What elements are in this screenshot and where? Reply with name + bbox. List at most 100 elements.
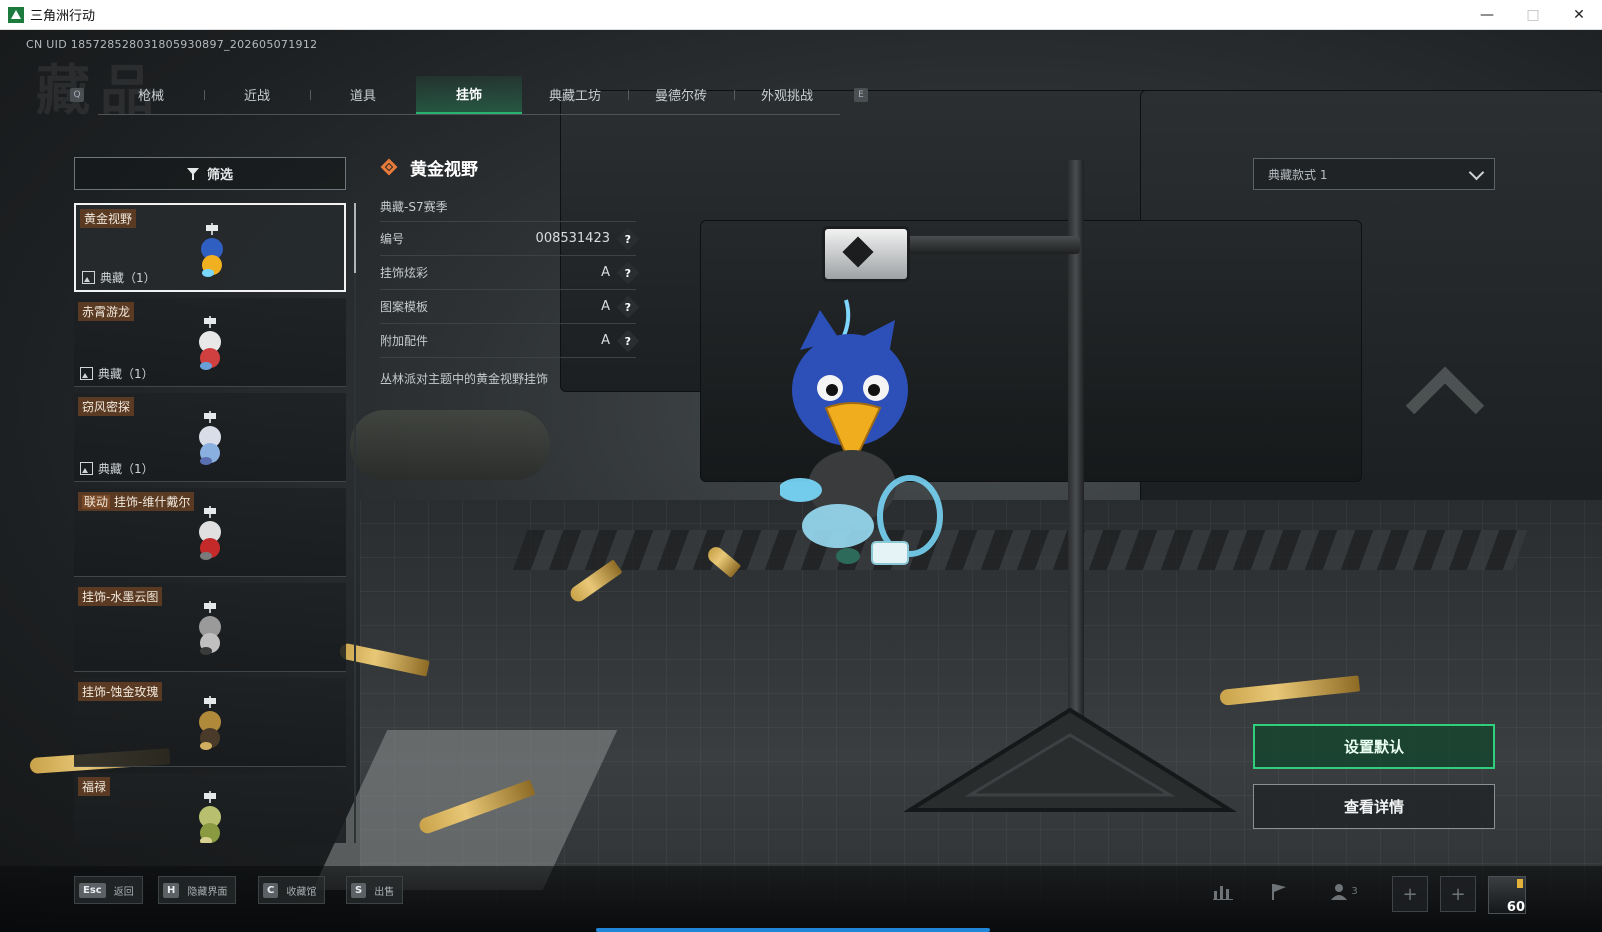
- charm-thumbnail: [199, 316, 221, 370]
- charm-list-item[interactable]: 联动 挂饰-维什戴尔: [74, 488, 346, 577]
- charm-name: 联动 挂饰-维什戴尔: [78, 492, 195, 511]
- detail-row-serial: 编号 008531423 ?: [380, 222, 640, 256]
- detail-panel: 黄金视野 典藏-S7赛季 编号 008531423 ? 挂饰炫彩 A ? 图案模…: [380, 152, 640, 387]
- detail-row-value: A: [601, 333, 610, 348]
- collab-tag: 联动: [82, 495, 111, 509]
- tab-melee[interactable]: 近战: [204, 76, 310, 114]
- collection-count-text: 典藏（1）: [100, 271, 156, 285]
- flag-icon[interactable]: [1268, 880, 1290, 902]
- charm-name: 赤霄游龙: [78, 302, 135, 321]
- hotkey-key: Esc: [79, 882, 106, 898]
- charm-name: 挂饰-水墨云图: [78, 587, 163, 606]
- style-variant-value: 典藏款式 1: [1268, 167, 1328, 182]
- charm-model-golden-vision: [780, 299, 943, 565]
- tab-charms[interactable]: 挂饰: [416, 75, 522, 114]
- charm-name-text: 挂饰-维什戴尔: [114, 495, 191, 509]
- chevron-down-icon: [1468, 164, 1485, 181]
- charm-list[interactable]: 黄金视野 典藏（1） 赤霄游龙 典藏（1） 窃风密探 典藏（1） 联动 挂饰-维什戴尔 挂饰-水…: [74, 203, 346, 843]
- filter-label: 筛选: [206, 168, 233, 183]
- image-icon: [80, 462, 93, 475]
- charm-list-item[interactable]: 赤霄游龙典藏（1）: [74, 298, 346, 387]
- window-controls: — □ ✕: [1464, 0, 1602, 30]
- hotkey-hide-ui[interactable]: H 隐藏界面: [158, 876, 237, 904]
- detail-row-label: 图案模板: [380, 300, 429, 314]
- collection-count: 典藏（1）: [82, 269, 156, 286]
- charm-list-item[interactable]: 福禄: [74, 773, 346, 843]
- window-title: 三角洲行动: [30, 9, 96, 24]
- tab-collection-workshop[interactable]: 典藏工坊: [522, 76, 628, 114]
- hotkey-sell[interactable]: S 出售: [346, 876, 404, 904]
- charm-name: 黄金视野: [80, 209, 137, 228]
- charm-name-text: 挂饰-水墨云图: [82, 590, 159, 604]
- app-logo-icon: [8, 6, 24, 23]
- charm-list-item[interactable]: 黄金视野典藏（1）: [74, 203, 346, 292]
- detail-header: 黄金视野: [380, 152, 636, 182]
- hotkey-label: 返回: [113, 886, 134, 898]
- hotkey-label: 出售: [374, 886, 395, 898]
- maximize-icon: □: [1526, 7, 1540, 23]
- stats-chart-icon[interactable]: [1212, 880, 1234, 902]
- charm-name-text: 黄金视野: [84, 212, 133, 226]
- detail-subtitle: 典藏-S7赛季: [380, 198, 636, 222]
- tab-firearms[interactable]: 枪械: [98, 76, 204, 114]
- list-scrollbar-thumb[interactable]: [354, 203, 356, 273]
- detail-row-value: A: [601, 265, 610, 280]
- detail-row-accessory: 附加配件 A ?: [380, 324, 640, 358]
- player-avatar[interactable]: 60: [1488, 876, 1526, 915]
- squad-icon[interactable]: 3: [1324, 880, 1364, 902]
- window-titlebar: 三角洲行动 — □ ✕: [0, 0, 1602, 30]
- add-slot-2[interactable]: +: [1440, 876, 1476, 912]
- hotkey-key: H: [163, 882, 180, 898]
- help-icon[interactable]: ?: [616, 295, 640, 318]
- charm-thumbnail: [199, 411, 221, 465]
- tab-prev-key[interactable]: Q: [70, 88, 84, 102]
- set-default-button[interactable]: 设置默认: [1253, 724, 1495, 769]
- charm-list-item[interactable]: 挂饰-蚀金玫瑰: [74, 678, 346, 767]
- help-icon[interactable]: ?: [616, 227, 640, 250]
- hotkey-label: 隐藏界面: [187, 886, 228, 898]
- filter-button[interactable]: 筛选: [74, 157, 346, 190]
- tab-mandel-brick[interactable]: 曼德尔砖: [628, 76, 734, 114]
- charm-thumbnail: [199, 601, 221, 655]
- charm-thumbnail: [199, 696, 221, 750]
- view-details-button[interactable]: 查看详情: [1253, 784, 1495, 829]
- hotkey-collection[interactable]: C 收藏馆: [258, 876, 326, 904]
- charm-name: 福禄: [78, 777, 111, 796]
- style-variant-select[interactable]: 典藏款式 1: [1253, 158, 1495, 190]
- charm-thumbnail: [199, 791, 221, 843]
- hotkey-key: S: [351, 882, 367, 898]
- tab-next-key[interactable]: E: [854, 88, 868, 102]
- detail-title: 黄金视野: [410, 159, 478, 180]
- list-scrollbar[interactable]: [354, 203, 356, 843]
- tab-bar: 枪械 近战 道具 挂饰 典藏工坊 曼德尔砖 外观挑战: [98, 75, 840, 115]
- detail-row-label: 挂饰炫彩: [380, 266, 429, 280]
- hotkey-label: 收藏馆: [286, 886, 317, 898]
- minimize-icon[interactable]: —: [1464, 0, 1510, 30]
- add-slot-1[interactable]: +: [1392, 876, 1428, 912]
- collection-count: 典藏（1）: [80, 365, 154, 382]
- hotkey-key: C: [263, 882, 279, 898]
- charm-thumbnail: [199, 506, 221, 560]
- tab-items[interactable]: 道具: [310, 76, 416, 114]
- rank-badge-icon: [1517, 879, 1523, 888]
- image-icon: [82, 271, 95, 284]
- rarity-diamond-icon: [380, 158, 398, 176]
- charm-name-text: 窃风密探: [82, 400, 131, 414]
- charm-thumbnail: [201, 223, 223, 277]
- detail-row-label: 编号: [380, 232, 405, 246]
- charm-list-item[interactable]: 挂饰-水墨云图: [74, 583, 346, 672]
- charm-name: 窃风密探: [78, 397, 135, 416]
- charm-name-text: 挂饰-蚀金玫瑰: [82, 685, 159, 699]
- collection-count-text: 典藏（1）: [98, 367, 154, 381]
- help-icon[interactable]: ?: [616, 261, 640, 284]
- chevron-up-icon: [1405, 366, 1485, 415]
- help-icon[interactable]: ?: [616, 329, 640, 352]
- charm-list-item[interactable]: 窃风密探 典藏（1）: [74, 393, 346, 482]
- close-icon[interactable]: ✕: [1556, 0, 1602, 30]
- player-uid: CN UID 185728528031805930897_20260507191…: [26, 38, 318, 51]
- rail-strip: [512, 530, 1528, 570]
- tab-appearance-challenge[interactable]: 外观挑战: [734, 76, 840, 114]
- display-stand-base: [903, 707, 1237, 812]
- charm-name: 挂饰-蚀金玫瑰: [78, 682, 163, 701]
- hotkey-back[interactable]: Esc 返回: [74, 876, 143, 904]
